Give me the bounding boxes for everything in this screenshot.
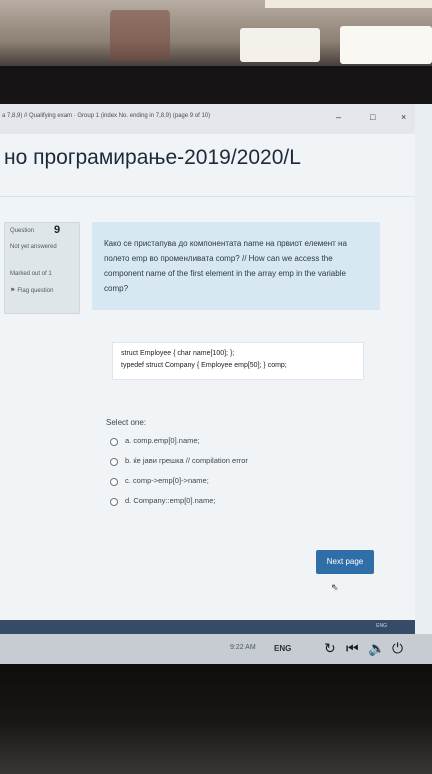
question-number: 9 xyxy=(54,224,61,236)
answer-option-label: d. Company::emp[0].name; xyxy=(125,496,216,505)
answer-option-label: a. comp.emp[0].name; xyxy=(125,436,200,445)
question-text: Како се пристапува до компонентата name … xyxy=(104,239,347,293)
maximize-button[interactable]: □ xyxy=(370,112,375,122)
page-footer-bar: ENG xyxy=(0,620,415,634)
skip-back-icon[interactable]: ⏮ xyxy=(346,640,359,657)
code-snippet: struct Employee { char name[100]; }; typ… xyxy=(112,342,364,380)
window-light xyxy=(340,26,432,64)
flag-icon: ⚑ xyxy=(10,288,16,294)
radio-button[interactable] xyxy=(110,438,118,446)
select-one-label: Select one: xyxy=(106,418,147,427)
window-light xyxy=(240,28,320,62)
course-title: но програмирање-2019/2020/L xyxy=(4,146,301,169)
footer-language: ENG xyxy=(376,623,387,629)
taskbar: 9:22 AM ENG ↻ ⏮ 🔈 ⏻ xyxy=(0,634,432,664)
code-line: typedef struct Company { Employee emp[50… xyxy=(121,362,287,369)
volume-icon[interactable]: 🔈 xyxy=(368,640,385,657)
taskbar-language[interactable]: ENG xyxy=(274,644,291,653)
next-page-button[interactable]: Next page xyxy=(316,550,374,574)
flag-question-link[interactable]: ⚑ Flag question xyxy=(10,287,53,294)
monitor-screen: a 7,8,9) // Qualifying exam · Group 1 (i… xyxy=(0,104,432,664)
radio-button[interactable] xyxy=(110,478,118,486)
refresh-icon[interactable]: ↻ xyxy=(324,640,336,657)
question-label: Question xyxy=(10,228,35,234)
answer-option-label: b. ќе јави грешка // compilation error xyxy=(125,456,248,465)
power-icon[interactable]: ⏻ xyxy=(392,640,403,657)
code-line: struct Employee { char name[100]; }; xyxy=(121,350,235,357)
question-info-panel: Question 9 Not yet answered Marked out o… xyxy=(4,222,80,314)
monitor-bezel xyxy=(0,66,432,104)
minimize-button[interactable]: – xyxy=(336,112,341,122)
flag-question-label: Flag question xyxy=(17,288,54,294)
header-divider xyxy=(0,196,415,197)
radio-button[interactable] xyxy=(110,498,118,506)
radio-button[interactable] xyxy=(110,458,118,466)
ceiling-light xyxy=(265,0,432,8)
window-title: a 7,8,9) // Qualifying exam · Group 1 (i… xyxy=(2,113,211,119)
mouse-cursor-icon: ⇖ xyxy=(331,582,339,592)
background-object xyxy=(110,10,170,60)
question-marks: Marked out of 1 xyxy=(10,271,52,277)
background-room xyxy=(0,0,432,70)
close-button[interactable]: × xyxy=(401,112,406,122)
browser-titlebar: a 7,8,9) // Qualifying exam · Group 1 (i… xyxy=(0,104,415,134)
question-state: Not yet answered xyxy=(10,244,57,250)
taskbar-time: 9:22 AM xyxy=(230,644,256,651)
desk-area xyxy=(0,664,432,774)
answer-option-label: c. comp->emp[0]->name; xyxy=(125,476,209,485)
question-text-box: Како се пристапува до компонентата name … xyxy=(92,222,380,310)
